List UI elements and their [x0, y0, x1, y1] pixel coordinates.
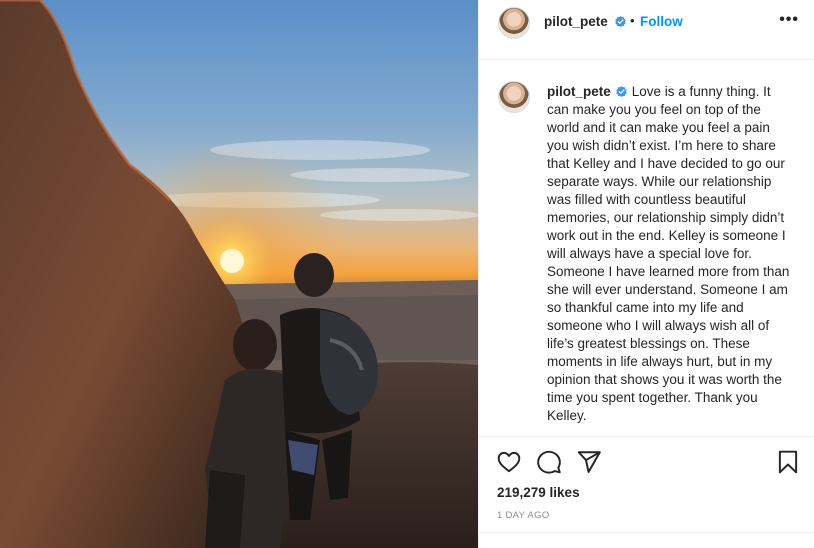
- post-header: pilot_pete • Follow •••: [479, 0, 814, 44]
- bookmark-icon[interactable]: [775, 449, 801, 475]
- paper-plane-icon[interactable]: [576, 449, 602, 475]
- post-details-panel: pilot_pete • Follow ••• pilot_pete Love i…: [478, 0, 814, 548]
- verified-badge-icon: [615, 16, 626, 28]
- verified-badge-icon: [616, 86, 627, 98]
- comment-icon[interactable]: [536, 449, 562, 475]
- follow-button[interactable]: Follow: [640, 14, 683, 29]
- caption-username[interactable]: pilot_pete: [547, 84, 611, 99]
- action-bar: [479, 447, 814, 477]
- caption-body: pilot_pete Love is a funny thing. It can …: [547, 83, 795, 425]
- author-username[interactable]: pilot_pete: [544, 14, 608, 29]
- post-timestamp[interactable]: 1 DAY AGO: [497, 510, 550, 521]
- separator-dot: •: [630, 13, 635, 28]
- avatar[interactable]: [498, 7, 530, 39]
- caption-text: Love is a funny thing. It can make you y…: [547, 84, 790, 423]
- post-caption: pilot_pete Love is a funny thing. It can …: [479, 74, 814, 436]
- more-options-icon[interactable]: •••: [779, 12, 799, 28]
- header-divider: [479, 59, 814, 60]
- sunset-hike-photo: [0, 0, 478, 548]
- bottom-divider: [479, 532, 814, 533]
- actions-divider: [479, 436, 814, 437]
- likes-count[interactable]: 219,279 likes: [497, 485, 580, 500]
- heart-icon[interactable]: [496, 449, 522, 475]
- post-photo[interactable]: [0, 0, 478, 548]
- caption-avatar[interactable]: [498, 81, 530, 113]
